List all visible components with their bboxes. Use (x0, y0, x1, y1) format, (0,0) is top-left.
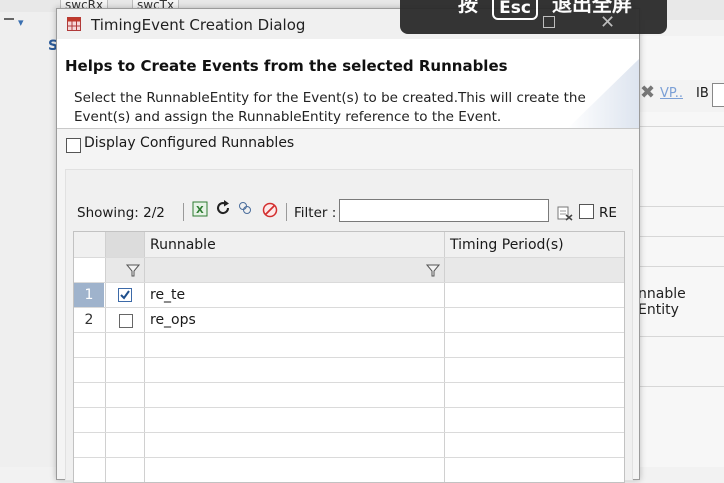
header-description: Select the RunnableEntity for the Event(… (74, 90, 586, 125)
select-all-header[interactable] (106, 232, 144, 257)
display-configured-label: Display Configured Runnables (84, 135, 295, 151)
row-divider (74, 407, 624, 408)
column-header-timing-period[interactable]: Timing Period(s) (450, 237, 564, 253)
dialog-title: TimingEvent Creation Dialog (91, 16, 306, 34)
ib-label: IB (696, 86, 709, 101)
overlay-text-press: 按 (458, 0, 478, 16)
clear-filter-icon[interactable] (262, 202, 278, 218)
bg-divider (638, 126, 724, 127)
row-divider (74, 332, 624, 333)
ide-right-toolbar: ✖ VP.. IB (638, 80, 724, 112)
table-app-icon (67, 17, 81, 31)
svg-text:X: X (196, 205, 204, 216)
row-checkbox-checked[interactable] (118, 288, 132, 302)
ide-left-panel: ▾ S (0, 12, 58, 467)
runnables-table: Runnable Timing Period(s) 1 re_te 2 re_o… (73, 231, 625, 483)
bg-divider (638, 336, 724, 337)
filter-input[interactable] (339, 199, 549, 222)
row-divider (74, 457, 624, 458)
column-filter-row (106, 258, 624, 282)
row-divider (74, 432, 624, 433)
refresh-icon[interactable] (215, 200, 231, 216)
display-configured-checkbox[interactable] (66, 138, 81, 153)
fullscreen-exit-banner: 按 Esc 退出全屏 ✕ (400, 0, 667, 34)
filter-label: Filter : (294, 205, 337, 221)
bg-divider (638, 236, 724, 237)
toolbar-separator (286, 203, 287, 221)
bg-divider (638, 386, 724, 387)
maximize-icon[interactable] (543, 16, 555, 28)
chevron-down-icon[interactable]: ▾ (18, 16, 24, 29)
showing-count: Showing: 2/2 (77, 205, 165, 221)
ib-input[interactable] (712, 83, 724, 107)
re-checkbox[interactable] (579, 204, 594, 219)
toolbar-separator (183, 203, 184, 221)
timing-event-dialog: TimingEvent Creation Dialog Helps to Cre… (56, 8, 640, 483)
close-icon[interactable]: ✕ (600, 12, 615, 33)
funnel-icon[interactable] (126, 263, 140, 277)
header-title: Helps to Create Events from the selected… (65, 57, 508, 75)
row-divider (74, 382, 624, 383)
row-checkbox[interactable] (119, 314, 133, 328)
re-label: RE (599, 205, 617, 221)
row-number[interactable]: 2 (74, 308, 104, 332)
row-divider (74, 357, 624, 358)
excel-export-icon[interactable]: X (192, 201, 208, 217)
bg-entity-label: nnable Entity (638, 286, 686, 318)
delete-icon[interactable]: ✖ (640, 82, 655, 103)
column-header-runnable[interactable]: Runnable (150, 237, 216, 253)
bg-divider (638, 206, 724, 207)
filter-config-icon[interactable] (238, 201, 252, 215)
runnable-cell[interactable]: re_ops (150, 312, 196, 328)
minimize-icon[interactable] (4, 18, 14, 20)
funnel-icon[interactable] (426, 263, 440, 277)
overlay-text-exit: 退出全屏 (552, 0, 632, 16)
vp-link[interactable]: VP.. (660, 86, 683, 101)
bg-divider (638, 266, 724, 267)
row-number[interactable]: 1 (74, 283, 104, 307)
row-divider (74, 257, 624, 258)
runnable-cell[interactable]: re_te (150, 287, 185, 303)
esc-key-badge: Esc (492, 0, 538, 20)
clear-input-icon[interactable] (557, 205, 573, 221)
